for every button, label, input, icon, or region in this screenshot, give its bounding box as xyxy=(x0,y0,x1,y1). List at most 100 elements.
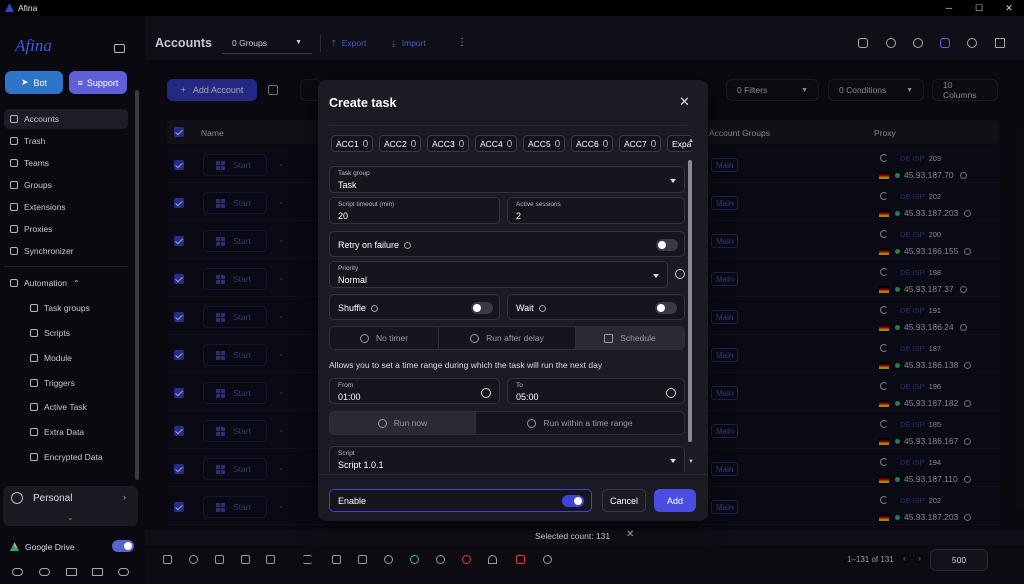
tag-icon[interactable] xyxy=(163,555,172,564)
cookie-icon[interactable] xyxy=(384,555,393,564)
dialog-scrollbar[interactable] xyxy=(688,160,692,442)
to-time-field[interactable]: To 05:00 xyxy=(507,378,685,404)
refresh-icon[interactable] xyxy=(543,555,552,564)
sidebar-item-triggers[interactable]: Triggers xyxy=(4,373,128,393)
add-button[interactable]: Add xyxy=(654,489,696,512)
task-group-select[interactable]: Task group Task xyxy=(329,166,685,193)
account-chip[interactable]: ACC7 xyxy=(619,135,661,152)
gear-icon[interactable] xyxy=(650,140,656,147)
shuffle-toggle[interactable] xyxy=(471,302,493,314)
wifi-icon[interactable] xyxy=(488,555,497,564)
copy-icon[interactable] xyxy=(332,555,341,564)
more-vertical-icon[interactable]: ⋮ xyxy=(457,37,467,48)
minimize-icon[interactable]: ─ xyxy=(934,0,964,16)
close-window-icon[interactable]: ✕ xyxy=(994,0,1024,16)
support-button[interactable]: ≡ Support xyxy=(69,71,127,94)
collapse-sidebar-icon[interactable] xyxy=(114,44,125,53)
priority-info-icon[interactable] xyxy=(675,269,685,279)
image-icon[interactable] xyxy=(241,555,250,564)
account-chip[interactable]: ACC2 xyxy=(379,135,421,152)
sidebar-item-synchronizer[interactable]: Synchronizer xyxy=(4,241,128,261)
script-timeout-field[interactable]: Script timeout (min) 20 xyxy=(329,197,500,224)
scroll-down-icon[interactable]: ▼ xyxy=(688,459,694,465)
account-chip[interactable]: ACC3 xyxy=(427,135,469,152)
users-icon[interactable] xyxy=(189,555,198,564)
tag-icon[interactable] xyxy=(858,38,868,48)
sidebar-item-teams[interactable]: Teams xyxy=(4,153,128,173)
cancel-button[interactable]: Cancel xyxy=(602,489,646,512)
gear-icon[interactable] xyxy=(362,140,368,147)
active-sessions-field[interactable]: Active sessions 2 xyxy=(507,197,685,224)
sidebar-item-scripts[interactable]: Scripts xyxy=(4,323,128,343)
account-chip[interactable]: ACC5 xyxy=(523,135,565,152)
prev-page-icon[interactable]: ‹ xyxy=(903,553,906,563)
next-page-icon[interactable]: › xyxy=(918,553,921,563)
enable-toggle[interactable] xyxy=(562,495,584,507)
gear-icon[interactable] xyxy=(602,140,608,147)
info-icon[interactable] xyxy=(370,304,378,312)
sidebar-item-module[interactable]: Module xyxy=(4,348,128,368)
globe-icon[interactable] xyxy=(913,38,923,48)
folder-download-icon[interactable] xyxy=(92,568,103,576)
retry-toggle[interactable] xyxy=(656,239,678,251)
export-button[interactable]: ⤒ Export xyxy=(332,38,366,49)
tab-no-timer[interactable]: No timer xyxy=(329,326,439,350)
scroll-up-icon[interactable]: ▲ xyxy=(688,138,694,144)
clear-selection-icon[interactable]: ✕ xyxy=(626,529,634,540)
sidebar-scrollbar[interactable] xyxy=(135,90,139,480)
clock-icon[interactable] xyxy=(481,388,491,398)
import-button[interactable]: ⤓ Import xyxy=(392,38,426,49)
storage-icon[interactable] xyxy=(995,38,1005,48)
from-time-field[interactable]: From 01:00 xyxy=(329,378,500,404)
script-select[interactable]: Script Script 1.0.1 xyxy=(329,446,685,472)
page-size-select[interactable]: 500 xyxy=(930,549,988,571)
account-chip[interactable]: ACC6 xyxy=(571,135,613,152)
play-icon[interactable] xyxy=(410,555,419,564)
palette-icon[interactable] xyxy=(886,38,896,48)
export-file-icon[interactable] xyxy=(215,555,224,564)
gear-icon[interactable] xyxy=(506,140,512,147)
sidebar-item-encrypted-data[interactable]: Encrypted Data xyxy=(4,447,128,467)
notes-icon[interactable] xyxy=(358,555,367,564)
tab-run-after-delay[interactable]: Run after delay xyxy=(438,326,576,350)
info-icon[interactable] xyxy=(538,304,546,312)
gear-icon[interactable] xyxy=(410,140,416,147)
tab-run-now[interactable]: Run now xyxy=(329,411,476,435)
cloud-download-icon[interactable] xyxy=(39,568,50,576)
screen-icon[interactable] xyxy=(266,555,275,564)
sidebar-item-active-task[interactable]: Active Task xyxy=(4,397,128,417)
gear-icon[interactable] xyxy=(554,140,560,147)
google-drive-toggle[interactable] xyxy=(112,540,134,552)
tab-schedule[interactable]: Schedule xyxy=(575,326,685,350)
cloud-upload-icon[interactable] xyxy=(12,568,23,576)
sidebar-item-automation[interactable]: Automation ⌃ xyxy=(4,273,128,293)
workspace-selector[interactable]: Personal › ⌄ xyxy=(3,486,138,526)
tab-run-within-range[interactable]: Run within a time range xyxy=(475,411,685,435)
sidebar-item-trash[interactable]: Trash xyxy=(4,131,128,151)
account-chip[interactable]: ACC4 xyxy=(475,135,517,152)
cloud-off-icon[interactable] xyxy=(118,568,129,576)
sidebar-item-accounts[interactable]: Accounts xyxy=(4,109,128,129)
playlist-icon[interactable] xyxy=(303,555,312,564)
record-icon[interactable] xyxy=(462,555,471,564)
sidebar-item-extra-data[interactable]: Extra Data xyxy=(4,422,128,442)
sidebar-item-groups[interactable]: Groups xyxy=(4,175,128,195)
clock-icon[interactable] xyxy=(666,388,676,398)
stop-icon[interactable] xyxy=(436,555,445,564)
account-chip[interactable]: ACC1 xyxy=(331,135,373,152)
gear-icon[interactable] xyxy=(967,38,977,48)
bot-button[interactable]: ➤ Bot xyxy=(5,71,63,94)
close-icon[interactable]: ✕ xyxy=(679,94,690,110)
delete-icon[interactable] xyxy=(516,555,525,564)
wait-toggle[interactable] xyxy=(655,302,677,314)
sidebar-item-extensions[interactable]: Extensions xyxy=(4,197,128,217)
info-icon[interactable] xyxy=(404,241,412,249)
sidebar-item-task-groups[interactable]: Task groups xyxy=(4,298,128,318)
priority-select[interactable]: Priority Normal xyxy=(329,261,668,288)
groups-select[interactable]: 0 Groups ▼ xyxy=(222,32,312,54)
folder-upload-icon[interactable] xyxy=(66,568,77,576)
sidebar-item-proxies[interactable]: Proxies xyxy=(4,219,128,239)
maximize-icon[interactable]: ☐ xyxy=(964,0,994,16)
cpu-icon[interactable] xyxy=(940,38,950,48)
gear-icon[interactable] xyxy=(458,140,464,147)
